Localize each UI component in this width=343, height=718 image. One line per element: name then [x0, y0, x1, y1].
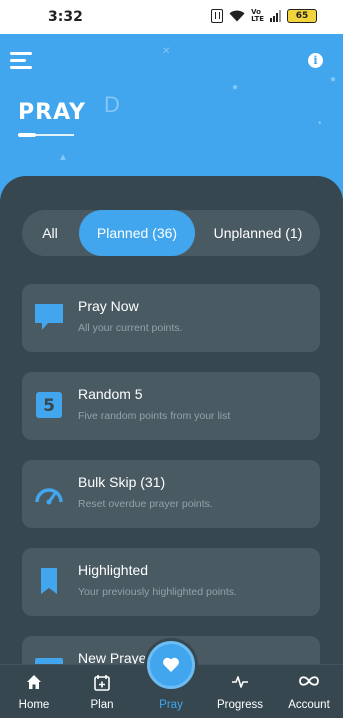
wifi-icon [229, 10, 245, 22]
title-underline [18, 133, 74, 137]
pulse-icon [232, 676, 248, 688]
decor-shape: • [318, 118, 322, 129]
status-time: 3:32 [48, 9, 83, 25]
nav-label: Account [288, 699, 330, 711]
main-panel: All Planned (36) Unplanned (1) Pray Now … [0, 176, 343, 718]
decor-shape: ● [330, 74, 337, 85]
card-title: Bulk Skip (31) [78, 474, 166, 490]
status-icons: Vo LTE 65 [211, 9, 317, 23]
page-title: PRAY [18, 100, 86, 125]
signal-icon [270, 10, 281, 22]
nav-label: Plan [90, 699, 114, 711]
card-title: Random 5 [78, 386, 143, 402]
status-bar: 3:32 Vo LTE 65 [0, 0, 343, 34]
calendar-add-icon [94, 675, 110, 691]
nav-account[interactable]: Account [275, 665, 343, 718]
home-icon [27, 675, 41, 689]
nav-progress[interactable]: Progress [206, 665, 274, 718]
tab-unplanned[interactable]: Unplanned (1) [200, 210, 316, 256]
five-icon: 5 [36, 392, 62, 418]
battery-indicator: 65 [287, 9, 317, 23]
bookmark-icon [41, 568, 57, 594]
card-title: Highlighted [78, 562, 149, 578]
infinity-icon [299, 676, 319, 686]
card-highlighted[interactable]: Highlighted Your previously highlighted … [22, 548, 320, 616]
volte-label: Vo LTE [251, 8, 264, 23]
card-bulk-skip[interactable]: Bulk Skip (31) Reset overdue prayer poin… [22, 460, 320, 528]
heart-icon [163, 657, 179, 672]
decor-shape: ▲ [58, 152, 68, 163]
menu-icon[interactable] [10, 52, 32, 70]
nav-home[interactable]: Home [0, 665, 68, 718]
pray-fab-button[interactable] [147, 641, 195, 689]
decor-shape: ● [232, 82, 239, 93]
tab-planned[interactable]: Planned (36) [79, 210, 195, 256]
card-random-5[interactable]: 5 Random 5 Five random points from your … [22, 372, 320, 440]
nfc-icon [211, 9, 224, 23]
nav-label: Home [18, 699, 50, 711]
decor-shape: ✕ [162, 46, 171, 57]
chat-bubble-icon [35, 304, 63, 330]
nav-label: Pray [159, 699, 183, 711]
tab-all[interactable]: All [22, 210, 78, 256]
info-icon[interactable]: i [308, 53, 323, 68]
card-subtitle: Your previously highlighted points. [78, 586, 237, 598]
card-subtitle: Reset overdue prayer points. [78, 498, 213, 510]
decor-shape: D [104, 92, 120, 117]
card-subtitle: Five random points from your list [78, 410, 231, 422]
nav-label: Progress [216, 699, 264, 711]
filter-tabs: All Planned (36) Unplanned (1) [22, 210, 320, 256]
gauge-icon [35, 488, 63, 505]
card-title: Pray Now [78, 298, 139, 314]
card-pray-now[interactable]: Pray Now All your current points. [22, 284, 320, 352]
nav-plan[interactable]: Plan [68, 665, 136, 718]
card-subtitle: All your current points. [78, 322, 183, 334]
